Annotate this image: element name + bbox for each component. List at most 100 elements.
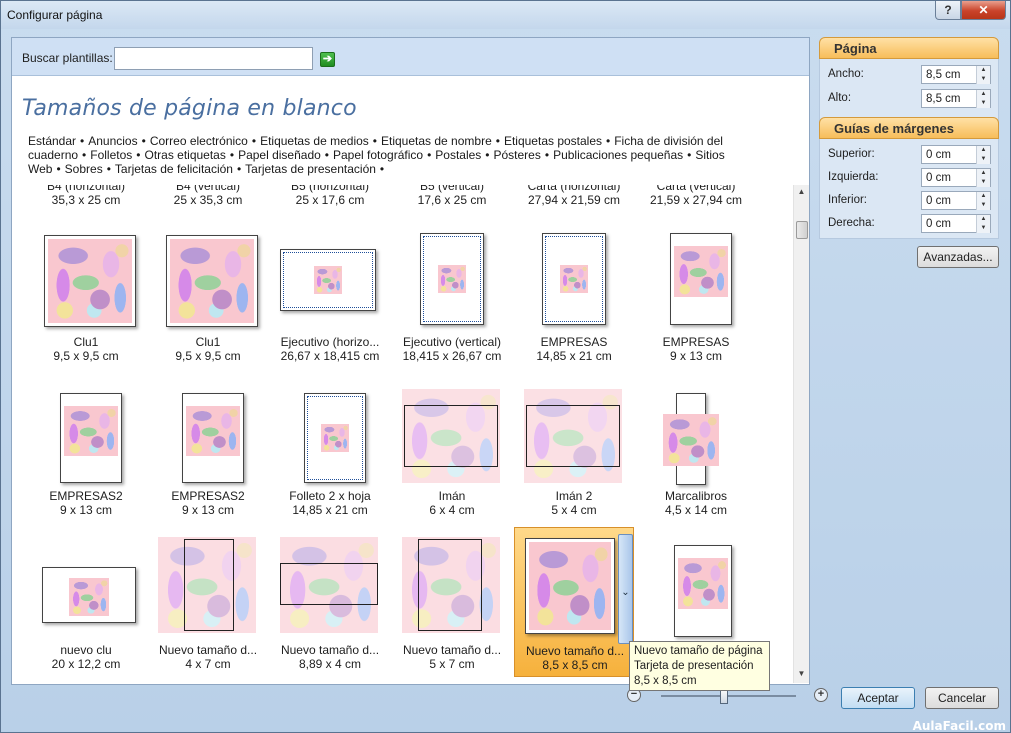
- zoom-slider-track[interactable]: [661, 695, 796, 697]
- template-item[interactable]: Marcalibros 4,5 x 14 cm: [636, 373, 756, 523]
- spin-up-icon[interactable]: ▲: [976, 215, 990, 224]
- spin-up-icon[interactable]: ▲: [976, 192, 990, 201]
- margin-left-field[interactable]: 0 cm ▲ ▼: [921, 168, 991, 187]
- template-name: B4 (vertical): [175, 185, 240, 193]
- category-link[interactable]: Publicaciones pequeñas: [553, 148, 683, 162]
- category-link[interactable]: Otras etiquetas: [144, 148, 225, 162]
- margin-top-field[interactable]: 0 cm ▲ ▼: [921, 145, 991, 164]
- category-link[interactable]: Etiquetas postales: [504, 134, 602, 148]
- category-link[interactable]: Tarjetas de felicitación: [115, 162, 233, 176]
- item-dropdown-icon[interactable]: ⌄: [618, 534, 633, 644]
- margin-top-label: Superior:: [828, 148, 875, 160]
- template-thumbnail: [392, 373, 512, 493]
- template-item[interactable]: B5 (horizontal) 25 x 17,6 cm: [270, 185, 390, 209]
- category-link[interactable]: Papel fotográfico: [333, 148, 423, 162]
- template-item[interactable]: Imán 25 x 4 cm: [514, 373, 634, 523]
- height-row: Alto: 8,5 cm ▲ ▼: [828, 89, 993, 109]
- template-item[interactable]: Ejecutivo (horizo... 26,67 x 18,415 cm: [270, 219, 390, 369]
- spin-up-icon[interactable]: ▲: [976, 90, 990, 99]
- category-link[interactable]: Etiquetas de nombre: [381, 134, 492, 148]
- spin-up-icon[interactable]: ▲: [976, 146, 990, 155]
- pattern-preview: [64, 406, 118, 456]
- template-size: 9 x 13 cm: [59, 503, 113, 517]
- search-input[interactable]: [114, 47, 313, 70]
- page-preview: [670, 233, 732, 325]
- accept-button[interactable]: Aceptar: [841, 687, 915, 709]
- category-link[interactable]: Correo electrónico: [150, 134, 248, 148]
- template-size: 26,67 x 18,415 cm: [280, 349, 380, 363]
- scroll-down-icon[interactable]: ▼: [796, 669, 807, 680]
- template-item[interactable]: Carta (vertical) 21,59 x 27,94 cm: [636, 185, 756, 209]
- template-item[interactable]: B5 (vertical) 17,6 x 25 cm: [392, 185, 512, 209]
- template-size: 17,6 x 25 cm: [417, 193, 487, 207]
- template-item[interactable]: Imán 6 x 4 cm: [392, 373, 512, 523]
- template-item[interactable]: B4 (vertical) 25 x 35,3 cm: [148, 185, 268, 209]
- spin-down-icon[interactable]: ▼: [976, 99, 990, 108]
- pattern-preview: [663, 414, 719, 466]
- category-link[interactable]: Folletos: [90, 148, 132, 162]
- spin-down-icon[interactable]: ▼: [976, 178, 990, 187]
- spin-down-icon[interactable]: ▼: [976, 224, 990, 233]
- spin-up-icon[interactable]: ▲: [976, 169, 990, 178]
- template-item[interactable]: Nuevo tamaño d... 4 x 7 cm: [148, 527, 268, 677]
- width-field[interactable]: 8,5 cm ▲ ▼: [921, 65, 991, 84]
- category-link[interactable]: Tarjetas de presentación: [245, 162, 376, 176]
- category-link[interactable]: Postales: [435, 148, 481, 162]
- template-item-selected[interactable]: Nuevo tamaño d... 8,5 x 8,5 cm: [514, 527, 634, 677]
- category-link[interactable]: Anuncios: [88, 134, 137, 148]
- category-link[interactable]: Sobres: [65, 162, 103, 176]
- template-item[interactable]: Ejecutivo (vertical) 18,415 x 26,67 cm: [392, 219, 512, 369]
- template-item[interactable]: B4 (horizontal) 35,3 x 25 cm: [26, 185, 146, 209]
- page-preview: [402, 389, 500, 483]
- template-item[interactable]: nuevo clu 20 x 12,2 cm: [26, 527, 146, 677]
- template-name: EMPRESAS: [662, 335, 730, 349]
- scroll-up-icon[interactable]: ▲: [796, 187, 807, 198]
- pattern-preview: [678, 558, 728, 609]
- template-item[interactable]: EMPRESAS2 9 x 13 cm: [148, 373, 268, 523]
- search-bar: Buscar plantillas: ➔: [12, 38, 809, 76]
- spin-down-icon[interactable]: ▼: [976, 155, 990, 164]
- zoom-in-icon[interactable]: +: [814, 688, 828, 702]
- template-item[interactable]: Clu1 9,5 x 9,5 cm: [26, 219, 146, 369]
- spin-down-icon[interactable]: ▼: [976, 75, 990, 84]
- cancel-button[interactable]: Cancelar: [925, 687, 999, 709]
- gallery-scrollbar[interactable]: ▲ ▼: [793, 185, 809, 683]
- height-field[interactable]: 8,5 cm ▲ ▼: [921, 89, 991, 108]
- category-link[interactable]: Estándar: [28, 134, 76, 148]
- pattern-preview: [559, 264, 589, 294]
- template-name: Nuevo tamaño d...: [402, 643, 502, 657]
- template-size: 9 x 13 cm: [669, 349, 723, 363]
- spin-down-icon[interactable]: ▼: [976, 201, 990, 210]
- template-name: Imán: [438, 489, 466, 503]
- template-size: 5 x 7 cm: [429, 657, 475, 671]
- template-size: 9,5 x 9,5 cm: [53, 349, 119, 363]
- zoom-slider-thumb[interactable]: [720, 689, 728, 704]
- page-preview: [304, 393, 366, 483]
- template-item[interactable]: EMPRESAS2 9 x 13 cm: [26, 373, 146, 523]
- advanced-button[interactable]: Avanzadas...: [917, 246, 999, 268]
- template-item[interactable]: EMPRESAS 14,85 x 21 cm: [514, 219, 634, 369]
- close-button[interactable]: ✕: [961, 1, 1006, 20]
- page-preview: [674, 545, 732, 637]
- template-size: 9 x 13 cm: [181, 503, 235, 517]
- margin-top-value: 0 cm: [926, 149, 951, 161]
- page-frame: [404, 405, 498, 467]
- category-separator: •: [80, 134, 85, 148]
- template-item[interactable]: Nuevo tamaño d... 8,89 x 4 cm: [270, 527, 390, 677]
- template-item[interactable]: Clu1 9,5 x 9,5 cm: [148, 219, 268, 369]
- margin-right-field[interactable]: 0 cm ▲ ▼: [921, 214, 991, 233]
- template-item[interactable]: Nuevo tamaño d... 5 x 7 cm: [392, 527, 512, 677]
- spin-up-icon[interactable]: ▲: [976, 66, 990, 75]
- scroll-thumb[interactable]: [796, 221, 808, 239]
- template-item[interactable]: EMPRESAS 9 x 13 cm: [636, 219, 756, 369]
- template-item[interactable]: Folleto 2 x hoja 14,85 x 21 cm: [270, 373, 390, 523]
- pattern-preview: [69, 578, 109, 616]
- category-link[interactable]: Pósteres: [494, 148, 541, 162]
- template-item[interactable]: Carta (horizontal) 27,94 x 21,59 cm: [514, 185, 634, 209]
- search-go-icon[interactable]: ➔: [320, 52, 335, 67]
- category-link[interactable]: Papel diseñado: [238, 148, 321, 162]
- pattern-preview: [529, 542, 611, 630]
- margin-bottom-field[interactable]: 0 cm ▲ ▼: [921, 191, 991, 210]
- help-button[interactable]: ?: [935, 1, 961, 20]
- category-link[interactable]: Etiquetas de medios: [260, 134, 369, 148]
